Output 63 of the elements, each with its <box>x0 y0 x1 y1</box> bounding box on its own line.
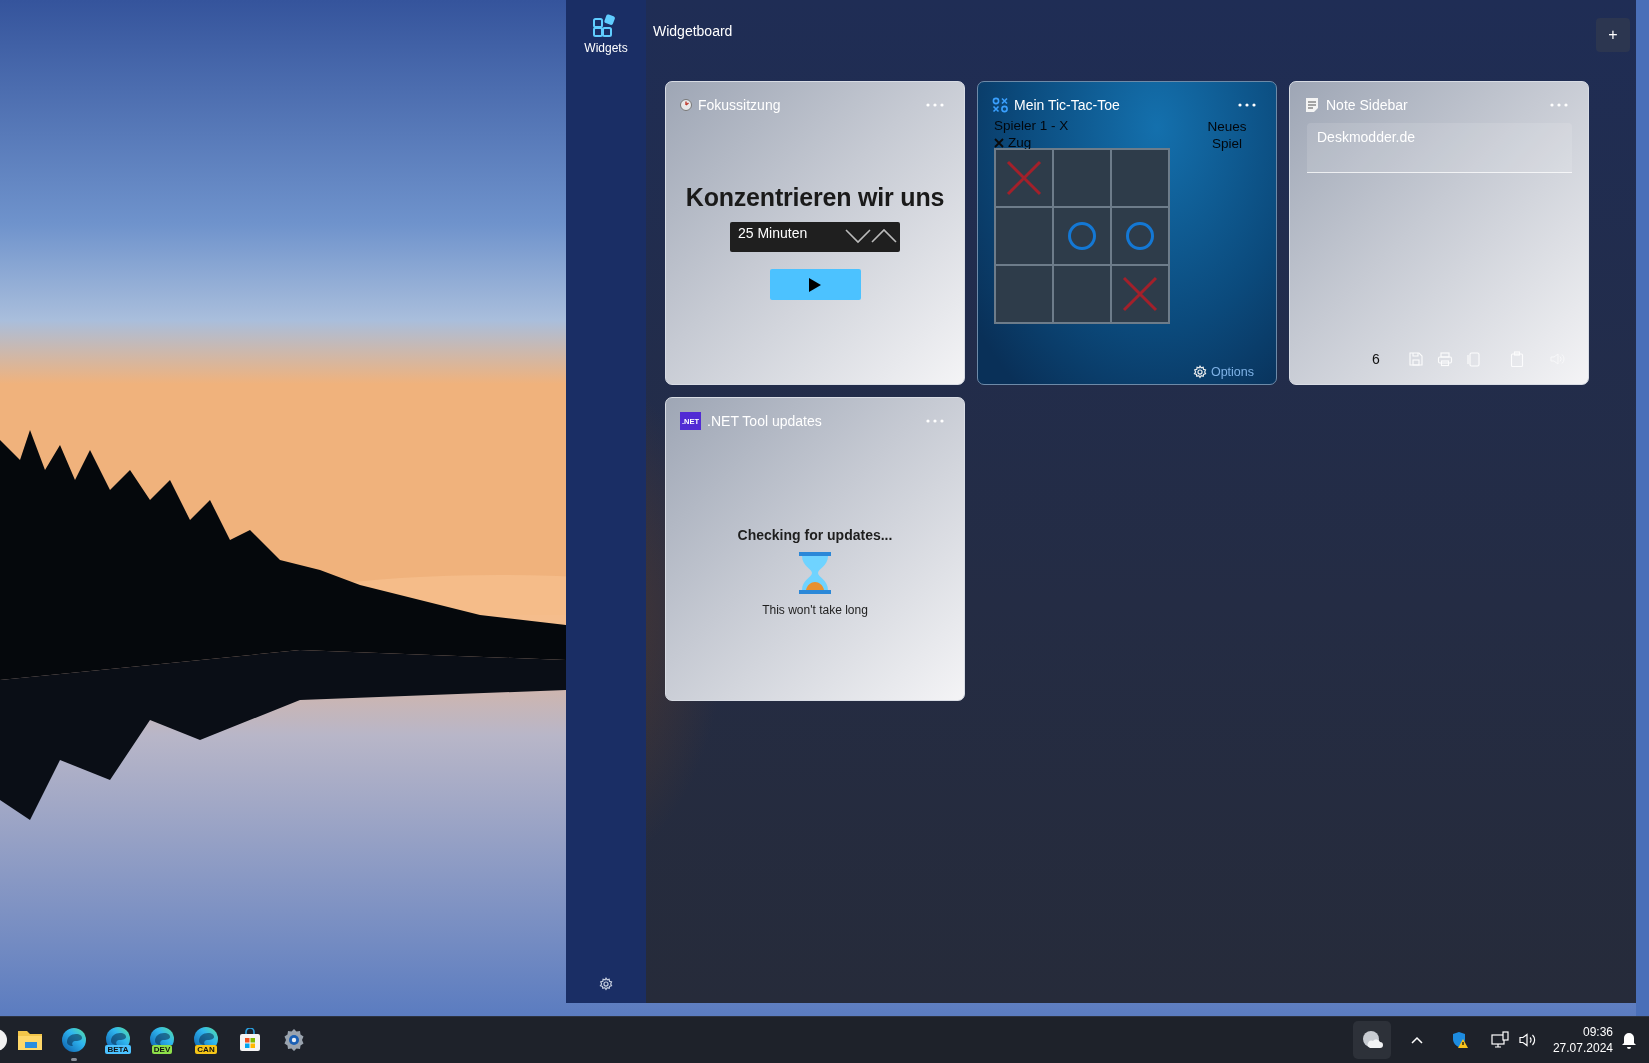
start-button[interactable] <box>769 269 861 300</box>
clipboard-icon[interactable] <box>1509 351 1525 367</box>
notification-bell-icon[interactable] <box>1621 1031 1637 1049</box>
board-cell[interactable] <box>1053 265 1111 323</box>
duration-dropdown[interactable]: 25 Minuten <box>730 222 900 252</box>
more-options-icon[interactable] <box>1238 103 1256 107</box>
weather-button[interactable] <box>1352 1021 1391 1059</box>
chevron-up-icon[interactable] <box>1410 1036 1423 1044</box>
taskbar-app[interactable]: DEV <box>140 1018 184 1062</box>
board-cell[interactable] <box>1053 207 1111 265</box>
board-cell[interactable] <box>1111 149 1169 207</box>
hint-text: This won't take long <box>762 603 868 617</box>
note-icon <box>1304 97 1320 113</box>
status-text: Checking for updates... <box>737 527 893 543</box>
browser-icon[interactable] <box>61 1027 87 1053</box>
settings-icon[interactable] <box>599 977 613 991</box>
store-icon[interactable] <box>238 1028 262 1052</box>
character-count: 6 <box>1372 351 1381 367</box>
o-mark <box>1067 221 1097 251</box>
o-mark <box>1125 221 1155 251</box>
speaker-icon[interactable] <box>1518 1032 1537 1048</box>
board-cell[interactable] <box>995 149 1053 207</box>
shield-warning-icon[interactable] <box>1450 1031 1469 1049</box>
x-mark <box>1006 160 1042 196</box>
clock[interactable]: 09:36 27.07.2024 <box>1552 1024 1613 1056</box>
player-label: Spieler 1 - X <box>994 117 1069 134</box>
x-mark <box>1122 276 1158 312</box>
hourglass-icon <box>799 552 831 594</box>
sidebar-item[interactable]: Widgets <box>580 12 632 57</box>
start-icon[interactable] <box>0 1028 8 1052</box>
turn-label: Zug <box>1008 134 1032 151</box>
taskbar-app[interactable]: CAN <box>184 1018 228 1062</box>
channel-badge: DEV <box>151 1045 173 1054</box>
taskbar-app[interactable]: BETA <box>96 1018 140 1062</box>
channel-badge: CAN <box>195 1045 217 1054</box>
board-cell[interactable] <box>1111 265 1169 323</box>
add-widget-button[interactable]: + <box>1596 18 1630 52</box>
browser-icon[interactable] <box>149 1026 175 1045</box>
board-cell[interactable] <box>1053 149 1111 207</box>
network-icon[interactable] <box>1490 1031 1509 1049</box>
focus-heading: Konzentrieren wir uns <box>685 183 945 212</box>
widget-title: Note Sidebar <box>1326 97 1409 113</box>
browser-icon[interactable] <box>193 1026 219 1045</box>
game-grid-icon <box>992 97 1008 113</box>
widget-title: .NET Tool updates <box>707 413 823 429</box>
folder-icon[interactable] <box>17 1029 43 1051</box>
date-text: 27.07.2024 <box>1552 1040 1613 1056</box>
clock-icon <box>680 99 692 111</box>
board-cell[interactable] <box>1111 207 1169 265</box>
gear-icon[interactable] <box>1192 365 1207 379</box>
x-icon <box>994 137 1004 148</box>
channel-badge: BETA <box>105 1045 131 1054</box>
board-cell[interactable] <box>995 207 1053 265</box>
board-cell[interactable] <box>995 265 1053 323</box>
widget-title: Mein Tic-Tac-Toe <box>1014 97 1121 113</box>
options-button[interactable]: Options <box>1192 365 1254 379</box>
board-title: Widgetboard <box>653 23 733 39</box>
settings-icon[interactable] <box>282 1028 306 1052</box>
cloud-icon <box>1360 1029 1383 1051</box>
play-icon <box>809 277 821 292</box>
time-text: 09:36 <box>1581 1024 1613 1040</box>
widget-title: Fokussitzung <box>698 97 782 113</box>
browser-icon[interactable] <box>105 1026 131 1045</box>
